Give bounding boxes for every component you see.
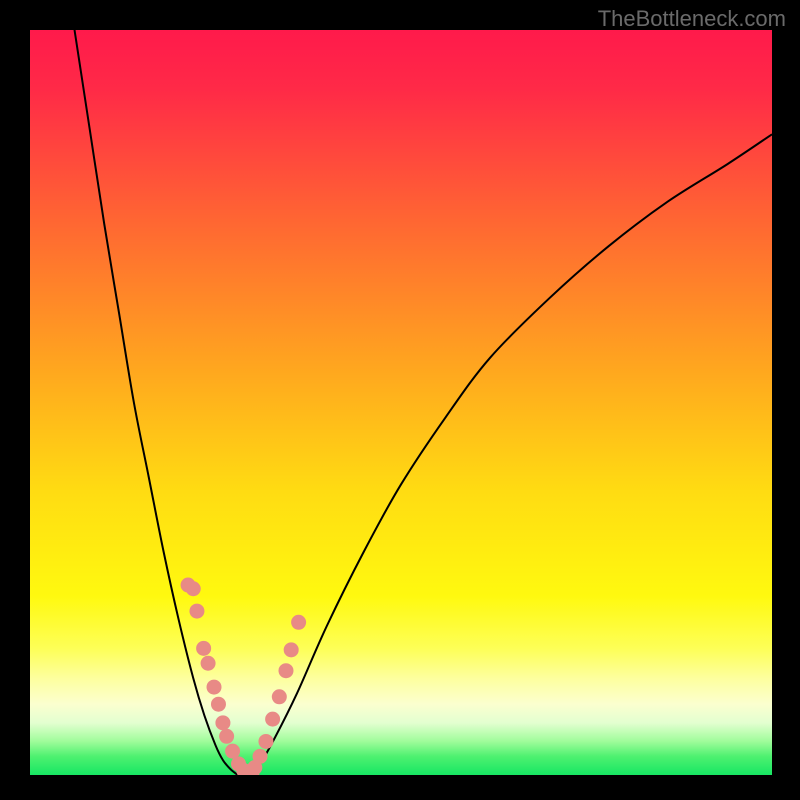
data-point: [258, 734, 273, 749]
chart-svg: [30, 30, 772, 775]
data-point: [219, 729, 234, 744]
data-point: [201, 656, 216, 671]
watermark-text: TheBottleneck.com: [598, 6, 786, 32]
data-point: [253, 749, 268, 764]
data-point: [265, 712, 280, 727]
data-point: [207, 680, 222, 695]
data-point: [196, 641, 211, 656]
data-point: [211, 697, 226, 712]
data-point: [278, 663, 293, 678]
chart-plot-area: [30, 30, 772, 775]
data-point: [186, 581, 201, 596]
data-point: [284, 642, 299, 657]
data-point: [189, 604, 204, 619]
data-point: [215, 715, 230, 730]
chart-background: [30, 30, 772, 775]
data-point: [272, 689, 287, 704]
data-point: [291, 615, 306, 630]
